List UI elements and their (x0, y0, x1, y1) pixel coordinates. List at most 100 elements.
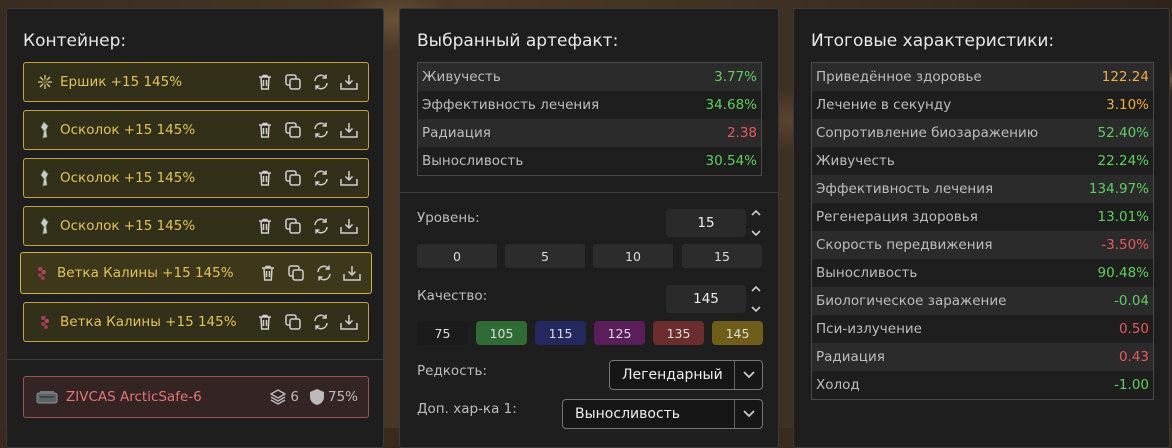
extra-stat-select[interactable]: Выносливость (562, 399, 763, 429)
download-icon[interactable] (340, 169, 358, 187)
stat-value: 22.24% (1097, 153, 1149, 169)
copy-icon[interactable] (284, 169, 302, 187)
container-item-name: Осколок +15 145% (60, 122, 196, 138)
trash-icon[interactable] (256, 169, 274, 187)
container-item-name: Осколок +15 145% (60, 170, 196, 186)
viburnum-artifact-icon (33, 264, 51, 282)
stat-value: 52.40% (1097, 125, 1149, 141)
extra-stat-label: Доп. хар-ка 1: (417, 401, 517, 417)
quality-preset-button[interactable]: 125 (594, 321, 645, 345)
layers-icon (269, 388, 287, 406)
download-icon[interactable] (343, 264, 361, 282)
level-spinner[interactable] (750, 209, 762, 237)
artifact-title: Выбранный артефакт: (417, 31, 619, 51)
stat-name: Выносливость (422, 153, 524, 169)
container-item[interactable]: Осколок +15 145% (23, 206, 369, 246)
trash-icon[interactable] (256, 121, 274, 139)
level-preset-button[interactable]: 0 (417, 244, 497, 268)
container-item[interactable]: Ветка Калины +15 145% (23, 302, 369, 342)
shard-artifact-icon (36, 169, 54, 187)
viburnum-artifact-icon (36, 313, 54, 331)
stat-name: Радиация (422, 125, 491, 141)
quality-spinner[interactable] (750, 285, 762, 313)
level-input[interactable]: 15 (666, 209, 746, 237)
download-icon[interactable] (340, 121, 358, 139)
stat-value: -3.50% (1101, 237, 1149, 253)
stat-row: Пси-излучение 0.50 (812, 315, 1153, 343)
stat-row: Выносливость 30.54% (418, 147, 761, 175)
swap-icon[interactable] (312, 121, 330, 139)
chevron-down-icon (734, 400, 762, 428)
stat-row: Эффективность лечения 134.97% (812, 175, 1153, 203)
stat-value: 3.77% (714, 69, 757, 85)
trash-icon[interactable] (256, 73, 274, 91)
stat-name: Биологическое заражение (816, 293, 1007, 309)
quality-preset-button[interactable]: 75 (417, 321, 468, 345)
chevron-down-icon (734, 361, 762, 389)
level-preset-button[interactable]: 5 (505, 244, 585, 268)
container-item[interactable]: Ветка Калины +15 145% (20, 252, 372, 294)
download-icon[interactable] (340, 217, 358, 235)
case-icon (36, 390, 58, 404)
copy-icon[interactable] (284, 217, 302, 235)
rarity-select[interactable]: Легендарный (609, 360, 763, 390)
stat-row: Живучесть 22.24% (812, 147, 1153, 175)
stat-value: -1.00 (1114, 377, 1149, 393)
swap-icon[interactable] (312, 313, 330, 331)
stat-row: Регенерация здоровья 13.01% (812, 203, 1153, 231)
trash-icon[interactable] (256, 217, 274, 235)
swap-icon[interactable] (312, 217, 330, 235)
rarity-value: Легендарный (622, 367, 723, 383)
container-item[interactable]: Ершик +15 145% (23, 62, 369, 102)
shield-icon (309, 388, 325, 406)
container-item-name: Ветка Калины +15 145% (57, 265, 234, 281)
chevron-down-icon (751, 306, 761, 313)
stat-name: Радиация (816, 349, 885, 365)
totals-stats-table: Приведённое здоровье 122.24 Лечение в секу… (811, 62, 1154, 400)
quality-preset-button[interactable]: 105 (476, 321, 527, 345)
level-preset-button[interactable]: 15 (682, 244, 762, 268)
quality-preset-button[interactable]: 135 (653, 321, 704, 345)
container-case[interactable]: ZIVCAS ArcticSafe-6 6 75% (23, 376, 369, 418)
copy-icon[interactable] (284, 121, 302, 139)
artifact-panel: Выбранный артефакт: Живучесть 3.77% Эффект… (399, 8, 779, 448)
level-preset-button[interactable]: 10 (593, 244, 673, 268)
stat-value: 13.01% (1097, 209, 1149, 225)
container-item[interactable]: Осколок +15 145% (23, 110, 369, 150)
stat-value: 90.48% (1097, 265, 1149, 281)
download-icon[interactable] (340, 73, 358, 91)
divider (7, 359, 383, 360)
quality-input[interactable]: 145 (666, 285, 746, 313)
stat-name: Скорость передвижения (816, 237, 993, 253)
urchin-artifact-icon (36, 73, 54, 91)
copy-icon[interactable] (284, 313, 302, 331)
case-protection: 75% (327, 389, 358, 405)
case-slots: 6 (290, 389, 299, 405)
stat-row: Лечение в секунду 3.10% (812, 91, 1153, 119)
level-label: Уровень: (417, 210, 480, 226)
stat-name: Сопротивление биозаражению (816, 125, 1039, 141)
chevron-down-icon (751, 230, 761, 237)
totals-title: Итоговые характеристики: (811, 31, 1055, 51)
stat-value: 122.24 (1101, 69, 1149, 85)
swap-icon[interactable] (315, 264, 333, 282)
container-item[interactable]: Осколок +15 145% (23, 158, 369, 198)
stat-name: Приведённое здоровье (816, 69, 982, 85)
quality-label: Качество: (417, 288, 488, 304)
stat-name: Пси-излучение (816, 321, 922, 337)
trash-icon[interactable] (259, 264, 277, 282)
download-icon[interactable] (340, 313, 358, 331)
swap-icon[interactable] (312, 169, 330, 187)
swap-icon[interactable] (312, 73, 330, 91)
copy-icon[interactable] (287, 264, 305, 282)
shard-artifact-icon (36, 217, 54, 235)
quality-preset-button[interactable]: 115 (535, 321, 586, 345)
stat-row: Радиация 2.38 (418, 119, 761, 147)
divider (400, 192, 778, 193)
chevron-up-icon (751, 285, 761, 292)
trash-icon[interactable] (256, 313, 274, 331)
stat-value: -0.04 (1114, 293, 1149, 309)
stat-name: Эффективность лечения (816, 181, 994, 197)
quality-preset-button[interactable]: 145 (712, 321, 763, 345)
copy-icon[interactable] (284, 73, 302, 91)
